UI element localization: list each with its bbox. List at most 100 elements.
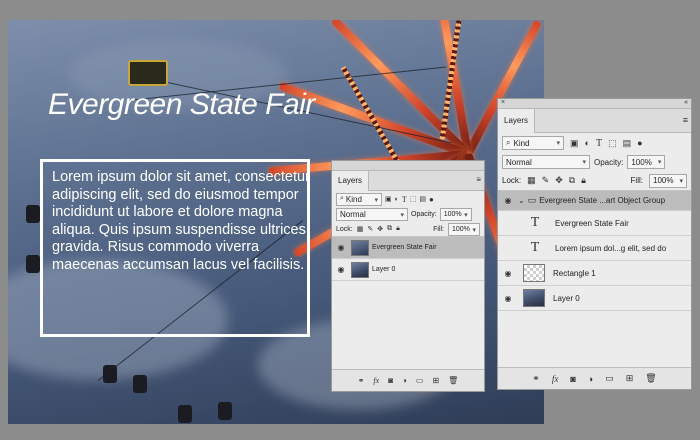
mask-icon[interactable]: ◙ (388, 376, 393, 385)
chevron-down-icon: ▾ (582, 159, 586, 166)
lock-all-icon[interactable]: 🔒︎ (396, 225, 400, 233)
image-filter-icon[interactable]: ▣ (570, 138, 579, 149)
lock-artboard-icon[interactable]: ⧉ (387, 225, 392, 233)
folder-icon: ▭ (527, 195, 537, 205)
swing-seat (26, 255, 40, 273)
eye-icon[interactable]: ◉ (501, 269, 515, 278)
lock-transparency-icon[interactable]: ▦ (357, 225, 364, 233)
panel-menu-icon[interactable]: ≡ (476, 175, 481, 184)
new-layer-icon[interactable]: ⊞ (626, 373, 634, 384)
layer-name[interactable]: Layer 0 (553, 294, 580, 303)
swing-seat (178, 405, 192, 423)
fx-icon[interactable]: fx (373, 376, 379, 385)
chevron-down-icon[interactable]: ⌄ (518, 196, 525, 205)
lock-all-icon[interactable]: 🔒︎ (581, 175, 586, 186)
type-filter-icon[interactable]: T (402, 195, 407, 204)
layer-row-rectangle[interactable]: ◉ Rectangle 1 (498, 261, 691, 286)
folder-icon[interactable]: ▭ (416, 376, 424, 385)
layer-row-layer0[interactable]: ◉ Layer 0 (498, 286, 691, 311)
adjustment-filter-icon[interactable]: ◐ (395, 196, 399, 203)
layer-name[interactable]: Layer 0 (372, 266, 395, 273)
trash-icon[interactable]: 🗑︎ (448, 376, 458, 385)
opacity-field[interactable]: 100% ▾ (627, 155, 666, 169)
image-filter-icon[interactable]: ▣ (385, 195, 392, 203)
eye-icon[interactable]: ◉ (501, 294, 515, 303)
lock-transparency-icon[interactable]: ▦ (527, 175, 536, 186)
kind-filter-select[interactable]: ⌕ Kind ▾ (502, 136, 564, 150)
blend-mode-select[interactable]: Normal ▾ (502, 155, 590, 169)
layer-name[interactable]: Rectangle 1 (553, 269, 596, 278)
opacity-value: 100% (631, 157, 652, 167)
layer-name[interactable]: Lorem ipsum dol...g elit, sed do (555, 244, 666, 253)
chevron-down-icon: ▾ (374, 196, 378, 204)
layer-row-group[interactable]: ◉ ⌄ ▭ Evergreen State ...art Object Grou… (498, 191, 691, 211)
close-panel-icon[interactable]: × (501, 99, 505, 106)
opacity-label: Opacity: (411, 211, 437, 218)
layer-row-title[interactable]: ◉ Evergreen State Fair (332, 237, 484, 259)
chevron-down-icon: ▾ (556, 140, 560, 147)
lock-move-icon[interactable]: ✥ (555, 175, 563, 186)
eye-icon[interactable]: ◉ (501, 196, 515, 205)
collapse-icon[interactable]: « (684, 99, 688, 106)
layer-thumbnail (523, 289, 545, 307)
swing-seat (218, 402, 232, 420)
layer-name[interactable]: Evergreen State ...art Object Group (539, 196, 665, 205)
layer-thumbnail (523, 264, 545, 282)
chevron-down-icon: ▾ (472, 226, 476, 234)
mask-icon[interactable]: ◙ (570, 374, 575, 384)
fill-value: 100% (452, 225, 470, 233)
layers-panel-small[interactable]: Layers ≡ ⌕ Kind ▾ ▣ ◐ T ⬚ ▤ ● Normal ▾ O… (331, 160, 485, 392)
fill-value: 100% (653, 176, 674, 185)
panel-title-bar[interactable] (332, 161, 484, 171)
adjustment-filter-icon[interactable]: ◐ (585, 138, 590, 148)
tab-layers[interactable]: Layers (498, 109, 536, 133)
blend-mode-select[interactable]: Normal ▾ (336, 208, 408, 221)
kind-filter-select[interactable]: ⌕ Kind ▾ (336, 192, 382, 206)
canvas-title-text[interactable]: Evergreen State Fair (48, 88, 315, 122)
smart-object-filter-icon[interactable]: ▤ (419, 195, 426, 203)
lock-move-icon[interactable]: ✥ (377, 225, 383, 233)
layer-name[interactable]: Evergreen State Fair (372, 244, 437, 251)
opacity-value: 100% (443, 211, 462, 218)
chevron-down-icon: ▾ (400, 212, 404, 219)
adjustment-icon[interactable]: ◑ (402, 376, 407, 385)
blend-mode-label: Normal (506, 157, 532, 167)
tab-layers[interactable]: Layers (332, 171, 370, 191)
swing-seat (26, 205, 40, 223)
smart-object-filter-icon[interactable]: ▤ (623, 138, 632, 149)
lock-artboard-icon[interactable]: ⧉ (569, 175, 575, 186)
opacity-label: Opacity: (594, 157, 624, 167)
folder-icon[interactable]: ▭ (605, 373, 614, 384)
shape-filter-icon[interactable]: ⬚ (608, 138, 617, 149)
eye-icon[interactable]: ◉ (334, 243, 348, 252)
link-icon[interactable]: ⚭ (358, 376, 365, 385)
fill-label: Fill: (630, 176, 643, 185)
filter-toggle-icon[interactable]: ● (429, 195, 434, 204)
trash-icon[interactable]: 🗑︎ (645, 373, 656, 384)
fill-label: Fill: (433, 225, 444, 233)
layer-row-body-text[interactable]: ◉ T Lorem ipsum dol...g elit, sed do (498, 236, 691, 261)
link-icon[interactable]: ⚭ (532, 373, 540, 384)
chevron-down-icon: ▾ (657, 159, 662, 166)
lock-paint-icon[interactable]: ✎ (542, 175, 550, 186)
fx-icon[interactable]: fx (552, 374, 559, 384)
type-layer-icon: T (530, 240, 540, 255)
layer-row-title-text[interactable]: ◉ T Evergreen State Fair (498, 211, 691, 236)
canvas-body-text[interactable]: Lorem ipsum dolor sit amet, consectetur … (52, 169, 314, 274)
opacity-field[interactable]: 100% ▾ (439, 208, 472, 221)
lock-paint-icon[interactable]: ✎ (367, 225, 373, 233)
fill-field[interactable]: 100% ▾ (448, 222, 480, 236)
fill-field[interactable]: 100% ▾ (649, 173, 687, 188)
kind-filter-label: Kind (345, 194, 362, 204)
shape-filter-icon[interactable]: ⬚ (410, 195, 417, 203)
layer-name[interactable]: Evergreen State Fair (555, 219, 629, 228)
filter-toggle-icon[interactable]: ● (637, 138, 642, 148)
panel-title-bar[interactable]: × « (498, 99, 691, 109)
type-filter-icon[interactable]: T (596, 138, 602, 149)
new-layer-icon[interactable]: ⊞ (432, 376, 439, 385)
eye-icon[interactable]: ◉ (334, 265, 348, 274)
adjustment-icon[interactable]: ◑ (588, 374, 593, 384)
layer-row-layer0[interactable]: ◉ Layer 0 (332, 259, 484, 281)
layers-panel-large[interactable]: × « Layers ≡ ⌕ Kind ▾ ▣ ◐ T ⬚ ▤ ● Normal… (497, 98, 692, 390)
panel-menu-icon[interactable]: ≡ (683, 115, 688, 125)
